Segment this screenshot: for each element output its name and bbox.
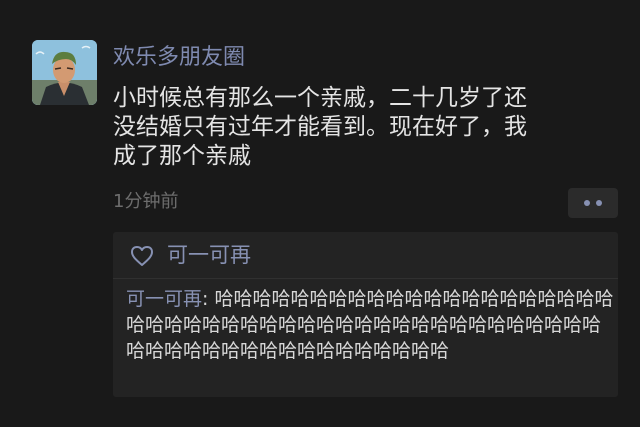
moments-post: 欢乐多朋友圈 小时候总有那么一个亲戚，二十几岁了还 没结婚只有过年才能看到。现在…	[0, 0, 640, 427]
comment[interactable]: 可一可再: 哈哈哈哈哈哈哈哈哈哈哈哈哈哈哈哈哈哈哈哈哈哈哈哈哈哈哈哈哈哈哈哈哈哈…	[126, 286, 616, 364]
liker-name[interactable]: 可一可再	[167, 240, 251, 270]
avatar-image	[32, 40, 97, 105]
comment-author[interactable]: 可一可再	[126, 288, 202, 310]
avatar[interactable]	[32, 40, 97, 105]
more-dots-icon	[596, 200, 602, 206]
more-options-button[interactable]	[568, 188, 618, 218]
comment-separator: :	[202, 288, 215, 310]
more-dots-icon	[584, 200, 590, 206]
post-timestamp: 1分钟前	[113, 191, 179, 212]
heart-outline-icon	[131, 246, 153, 266]
likes-row: 可一可再	[113, 232, 618, 279]
post-text: 小时候总有那么一个亲戚，二十几岁了还 没结婚只有过年才能看到。现在好了，我 成了…	[113, 85, 527, 169]
post-author-name[interactable]: 欢乐多朋友圈	[113, 42, 245, 74]
interaction-panel: 可一可再 可一可再: 哈哈哈哈哈哈哈哈哈哈哈哈哈哈哈哈哈哈哈哈哈哈哈哈哈哈哈哈哈…	[113, 232, 618, 397]
